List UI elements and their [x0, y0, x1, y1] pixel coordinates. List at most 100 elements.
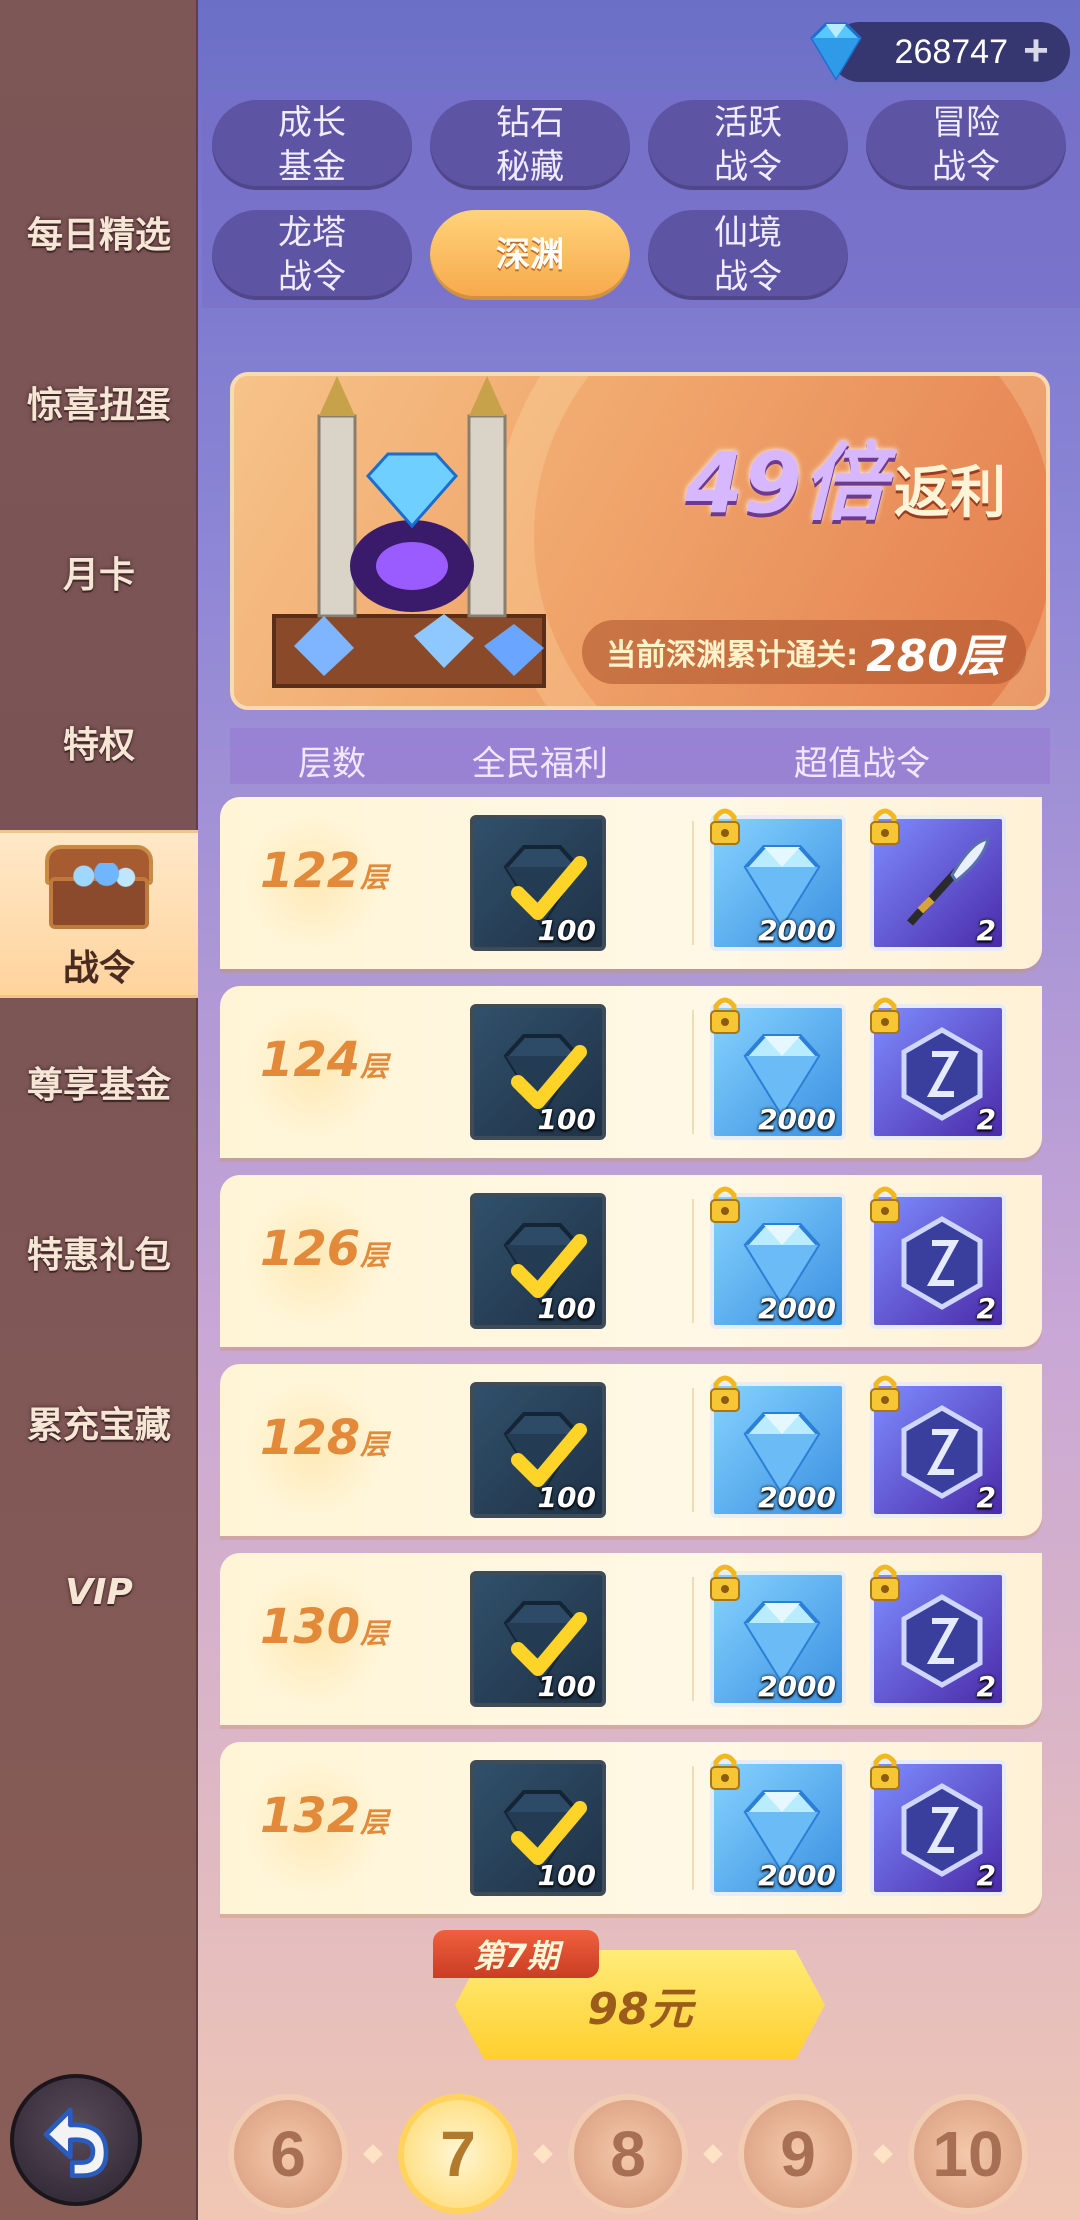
separator-dot [363, 2144, 383, 2164]
floor-unit: 层 [360, 1428, 389, 1461]
premium-diamond-reward[interactable]: 2000 [710, 808, 846, 951]
sidebar-item-recharge-treasure[interactable]: 累充宝藏 [0, 1347, 198, 1497]
tab-active-pass[interactable]: 活跃 战令 [648, 100, 848, 190]
rebate-multiplier: 49倍 [685, 434, 886, 532]
reward-qty: 100 [537, 1292, 596, 1325]
period-number: 10 [932, 2118, 1004, 2190]
sidebar-item-label: 特权 [62, 725, 135, 766]
reward-qty: 2000 [758, 1859, 836, 1892]
floor-number: 132 [260, 1788, 361, 1844]
reward-qty: 2 [976, 1859, 996, 1892]
premium-item-reward[interactable]: 2 [870, 1186, 1006, 1329]
period-option-9[interactable]: 9 [738, 2094, 858, 2214]
back-arrow-icon [43, 2107, 109, 2179]
period-tag: 第7期 [433, 1930, 599, 1978]
sidebar-item-label: 战令 [62, 948, 135, 989]
sidebar-item-monthly-card[interactable]: 月卡 [0, 497, 198, 647]
premium-item-reward[interactable]: 2 [870, 808, 1006, 951]
floor-number: 122 [260, 843, 361, 899]
premium-diamond-reward[interactable]: 2000 [710, 997, 846, 1140]
floor-level: 128层 [260, 1410, 420, 1490]
premium-diamond-reward[interactable]: 2000 [710, 1564, 846, 1707]
sidebar-item-label: VIP [65, 1571, 133, 1613]
floor-unit: 层 [360, 1239, 389, 1272]
reward-qty: 100 [537, 1103, 596, 1136]
floor-number: 130 [260, 1599, 361, 1655]
currency-amount: 268747 [894, 32, 1008, 71]
free-reward-claimed[interactable]: 100 [470, 1382, 606, 1518]
reward-qty: 2 [976, 1481, 996, 1514]
period-tag-label: 第7期 [472, 1937, 560, 1975]
premium-diamond-reward[interactable]: 2000 [710, 1375, 846, 1518]
tab-adventure-pass[interactable]: 冒险 战令 [866, 100, 1066, 190]
floor-level: 122层 [260, 843, 420, 923]
premium-diamond-reward[interactable]: 2000 [710, 1186, 846, 1329]
sidebar: 每日精选 惊喜扭蛋 月卡 特权 战令 尊享基金 特惠礼包 累充宝藏 VIP [0, 0, 198, 2220]
column-floor: 层数 [298, 744, 366, 784]
price-label: 98元 [587, 1984, 693, 2035]
sidebar-item-label: 惊喜扭蛋 [26, 385, 171, 426]
reward-row: 128层 100 2000 2 [220, 1364, 1042, 1536]
floor-level: 132层 [260, 1788, 420, 1868]
premium-diamond-reward[interactable]: 2000 [710, 1753, 846, 1896]
premium-item-reward[interactable]: 2 [870, 1564, 1006, 1707]
premium-item-reward[interactable]: 2 [870, 997, 1006, 1140]
sidebar-item-battle-pass[interactable]: 战令 [0, 830, 198, 998]
tab-diamond-hoard[interactable]: 钻石 秘藏 [430, 100, 630, 190]
abyss-progress: 当前深渊累计通关: 280层 [582, 620, 1026, 684]
abyss-banner: 49倍 返利 当前深渊累计通关: 280层 [230, 372, 1050, 710]
free-reward-claimed[interactable]: 100 [470, 815, 606, 951]
period-option-8[interactable]: 8 [568, 2094, 688, 2214]
free-reward-claimed[interactable]: 100 [470, 1760, 606, 1896]
tab-dragon-tower-pass[interactable]: 龙塔 战令 [212, 210, 412, 300]
tab-bar: 成长 基金 钻石 秘藏 活跃 战令 冒险 战令 龙塔 战令 深渊 仙境 战令 [202, 92, 1080, 308]
reward-qty: 100 [537, 914, 596, 947]
free-reward-claimed[interactable]: 100 [470, 1193, 606, 1329]
column-premium: 超值战令 [794, 744, 930, 784]
sidebar-item-special-pack[interactable]: 特惠礼包 [0, 1177, 198, 1327]
reward-qty: 2000 [758, 1103, 836, 1136]
sidebar-item-vip[interactable]: VIP [0, 1517, 198, 1667]
reward-qty: 100 [537, 1481, 596, 1514]
floor-level: 124层 [260, 1032, 420, 1112]
floor-unit: 层 [360, 1617, 389, 1650]
period-number: 6 [270, 2118, 306, 2190]
sidebar-item-privilege[interactable]: 特权 [0, 667, 198, 817]
reward-row: 124层 100 2000 2 [220, 986, 1042, 1158]
currency-display: 268747 + [810, 22, 1070, 82]
reward-table-header: 层数 全民福利 超值战令 [230, 728, 1050, 784]
free-reward-claimed[interactable]: 100 [470, 1571, 606, 1707]
tab-wonderland-pass[interactable]: 仙境 战令 [648, 210, 848, 300]
premium-item-reward[interactable]: 2 [870, 1753, 1006, 1896]
premium-item-reward[interactable]: 2 [870, 1375, 1006, 1518]
plus-icon[interactable]: + [1016, 29, 1056, 73]
rebate-label: 返利 [894, 461, 1006, 526]
floor-unit: 层 [360, 1050, 389, 1083]
reward-qty: 2 [976, 1670, 996, 1703]
period-number: 9 [780, 2118, 816, 2190]
free-reward-claimed[interactable]: 100 [470, 1004, 606, 1140]
reward-qty: 100 [537, 1859, 596, 1892]
sidebar-item-daily-picks[interactable]: 每日精选 [0, 157, 198, 307]
sidebar-item-premium-fund[interactable]: 尊享基金 [0, 1007, 198, 1157]
reward-qty: 2 [976, 1292, 996, 1325]
period-number: 7 [440, 2118, 476, 2190]
floor-level: 130层 [260, 1599, 420, 1679]
sidebar-item-label: 月卡 [62, 555, 135, 596]
separator-dot [873, 2144, 893, 2164]
diamond-icon [810, 22, 862, 81]
sidebar-item-label: 累充宝藏 [26, 1405, 171, 1446]
column-free: 全民福利 [472, 744, 608, 784]
period-option-10[interactable]: 10 [908, 2094, 1028, 2214]
reward-row: 122层 100 2000 2 [220, 797, 1042, 969]
sidebar-item-gacha[interactable]: 惊喜扭蛋 [0, 327, 198, 477]
sidebar-item-label: 尊享基金 [26, 1065, 171, 1106]
tab-abyss[interactable]: 深渊 [430, 210, 630, 300]
reward-row: 132层 100 2000 2 [220, 1742, 1042, 1914]
tab-growth-fund[interactable]: 成长 基金 [212, 100, 412, 190]
floor-level: 126层 [260, 1221, 420, 1301]
floor-unit: 层 [360, 861, 389, 894]
period-option-7[interactable]: 7 [398, 2094, 518, 2214]
back-button[interactable] [10, 2074, 142, 2206]
period-option-6[interactable]: 6 [228, 2094, 348, 2214]
